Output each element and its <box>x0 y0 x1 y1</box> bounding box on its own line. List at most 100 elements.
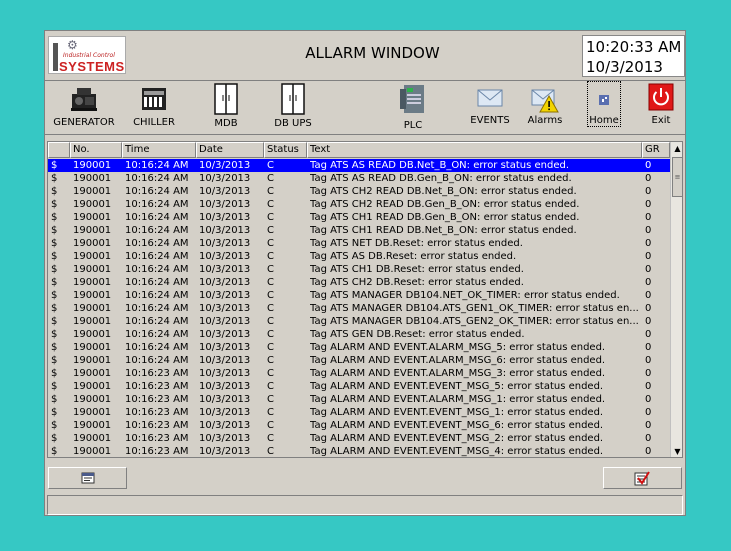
cell-gr: 0 <box>645 433 652 444</box>
nav-mdb-label: MDB <box>214 118 238 129</box>
nav-events-button[interactable]: EVENTS <box>465 81 515 133</box>
cell-text: Tag ATS MANAGER DB104.NET_OK_TIMER: erro… <box>310 290 620 301</box>
cell-no: 190001 <box>73 407 112 418</box>
nav-mdb-button[interactable]: MDB <box>207 81 245 133</box>
cell-status: C <box>267 303 274 314</box>
nav-generator-button[interactable]: GENERATOR <box>51 81 117 133</box>
table-row[interactable]: $190001 10:16:24 AM 10/3/2013 C Tag ATS CH1 … <box>48 263 670 276</box>
nav-chiller-label: CHILLER <box>133 117 175 128</box>
table-row[interactable]: $190001 10:16:23 AM 10/3/2013 C Tag ALARM AN… <box>48 380 670 393</box>
column-header-gr[interactable]: GR <box>642 142 670 158</box>
cell-text: Tag ALARM AND EVENT.ALARM_MSG_3: error s… <box>310 368 606 379</box>
table-row[interactable]: $190001 10:16:24 AM 10/3/2013 C Tag ATS AS R… <box>48 172 670 185</box>
cell-date: 10/3/2013 <box>199 290 251 301</box>
column-header-date[interactable]: Date <box>196 142 264 158</box>
toolbar-right-button[interactable] <box>603 467 682 489</box>
cell-no: 190001 <box>73 420 112 431</box>
plc-icon <box>400 85 424 113</box>
cell-date: 10/3/2013 <box>199 264 251 275</box>
column-header-text[interactable]: Text <box>307 142 642 158</box>
column-header-no[interactable]: No. <box>70 142 122 158</box>
table-row[interactable]: $190001 10:16:23 AM 10/3/2013 C Tag ALARM AN… <box>48 406 670 419</box>
gear-icon: ⚙ <box>67 38 78 52</box>
cell-type: $ <box>51 394 58 405</box>
cell-type: $ <box>51 407 58 418</box>
nav-home-button[interactable]: Home <box>585 81 623 133</box>
cell-gr: 0 <box>645 199 652 210</box>
cell-type: $ <box>51 277 58 288</box>
table-row[interactable]: $190001 10:16:24 AM 10/3/2013 C Tag ALARM AN… <box>48 341 670 354</box>
table-row[interactable]: $190001 10:16:24 AM 10/3/2013 C Tag ATS AS R… <box>48 159 670 172</box>
cell-type: $ <box>51 316 58 327</box>
toolbar-left-button[interactable] <box>48 467 127 489</box>
cell-date: 10/3/2013 <box>199 173 251 184</box>
vertical-scrollbar[interactable]: ▲ ≡ ▼ <box>670 142 682 457</box>
table-row[interactable]: $190001 10:16:24 AM 10/3/2013 C Tag ALARM AN… <box>48 354 670 367</box>
nav-events-label: EVENTS <box>470 115 510 126</box>
nav-exit-label: Exit <box>651 115 671 126</box>
scroll-thumb[interactable]: ≡ <box>672 157 682 197</box>
cell-text: Tag ATS CH2 DB.Reset: error status ended… <box>310 277 524 288</box>
table-row[interactable]: $190001 10:16:24 AM 10/3/2013 C Tag ATS AS D… <box>48 250 670 263</box>
cell-status: C <box>267 277 274 288</box>
column-header-status[interactable]: Status <box>264 142 307 158</box>
cell-type: $ <box>51 381 58 392</box>
table-row[interactable]: $190001 10:16:23 AM 10/3/2013 C Tag ALARM AN… <box>48 367 670 380</box>
cell-gr: 0 <box>645 420 652 431</box>
cell-no: 190001 <box>73 381 112 392</box>
nav-exit-button[interactable]: Exit <box>641 81 681 133</box>
cell-status: C <box>267 446 274 457</box>
table-row[interactable]: $190001 10:16:24 AM 10/3/2013 C Tag ATS NET … <box>48 237 670 250</box>
nav-plc-button[interactable]: PLC <box>391 81 435 133</box>
table-row[interactable]: $190001 10:16:24 AM 10/3/2013 C Tag ATS CH2 … <box>48 185 670 198</box>
table-row[interactable]: $190001 10:16:24 AM 10/3/2013 C Tag ATS MANA… <box>48 289 670 302</box>
column-header-type[interactable] <box>48 142 70 158</box>
cell-date: 10/3/2013 <box>199 186 251 197</box>
table-row[interactable]: $190001 10:16:24 AM 10/3/2013 C Tag ATS CH2 … <box>48 276 670 289</box>
cell-date: 10/3/2013 <box>199 342 251 353</box>
table-row[interactable]: $190001 10:16:24 AM 10/3/2013 C Tag ATS CH1 … <box>48 211 670 224</box>
cell-no: 190001 <box>73 368 112 379</box>
nav-db-ups-button[interactable]: DB UPS <box>271 81 315 133</box>
cell-text: Tag ATS AS DB.Reset: error status ended. <box>310 251 517 262</box>
alarm-table[interactable]: No. Time Date Status Text GR $190001 10:1… <box>47 141 683 458</box>
cell-date: 10/3/2013 <box>199 277 251 288</box>
table-row[interactable]: $190001 10:16:24 AM 10/3/2013 C Tag ATS MANA… <box>48 315 670 328</box>
cell-type: $ <box>51 303 58 314</box>
cell-date: 10/3/2013 <box>199 355 251 366</box>
table-row[interactable]: $190001 10:16:23 AM 10/3/2013 C Tag ALARM AN… <box>48 393 670 406</box>
nav-db-ups-label: DB UPS <box>274 118 312 129</box>
cell-text: Tag ALARM AND EVENT.ALARM_MSG_6: error s… <box>310 355 606 366</box>
cell-time: 10:16:24 AM <box>125 342 189 353</box>
cell-status: C <box>267 160 274 171</box>
nav-chiller-button[interactable]: CHILLER <box>127 81 181 133</box>
cell-text: Tag ALARM AND EVENT.ALARM_MSG_1: error s… <box>310 394 606 405</box>
nav-alarms-button[interactable]: Alarms <box>523 81 567 133</box>
cell-gr: 0 <box>645 251 652 262</box>
scroll-down-arrow-icon[interactable]: ▼ <box>671 445 682 457</box>
cell-text: Tag ATS CH1 DB.Reset: error status ended… <box>310 264 524 275</box>
table-row[interactable]: $190001 10:16:24 AM 10/3/2013 C Tag ATS MANA… <box>48 302 670 315</box>
chiller-icon <box>142 88 166 110</box>
cell-time: 10:16:23 AM <box>125 407 189 418</box>
cell-gr: 0 <box>645 368 652 379</box>
cell-status: C <box>267 381 274 392</box>
table-row[interactable]: $190001 10:16:24 AM 10/3/2013 C Tag ATS CH1 … <box>48 224 670 237</box>
cell-date: 10/3/2013 <box>199 238 251 249</box>
cell-no: 190001 <box>73 355 112 366</box>
cell-text: Tag ATS NET DB.Reset: error status ended… <box>310 238 523 249</box>
table-row[interactable]: $190001 10:16:23 AM 10/3/2013 C Tag ALARM AN… <box>48 432 670 445</box>
table-row[interactable]: $190001 10:16:23 AM 10/3/2013 C Tag ALARM AN… <box>48 445 670 457</box>
scroll-up-arrow-icon[interactable]: ▲ <box>671 142 682 155</box>
cell-time: 10:16:24 AM <box>125 199 189 210</box>
table-row[interactable]: $190001 10:16:24 AM 10/3/2013 C Tag ATS GEN … <box>48 328 670 341</box>
cell-gr: 0 <box>645 277 652 288</box>
cell-time: 10:16:24 AM <box>125 160 189 171</box>
cell-type: $ <box>51 355 58 366</box>
cell-type: $ <box>51 186 58 197</box>
home-icon <box>599 95 609 105</box>
table-row[interactable]: $190001 10:16:24 AM 10/3/2013 C Tag ATS CH2 … <box>48 198 670 211</box>
column-header-time[interactable]: Time <box>122 142 196 158</box>
table-row[interactable]: $190001 10:16:23 AM 10/3/2013 C Tag ALARM AN… <box>48 419 670 432</box>
cell-gr: 0 <box>645 355 652 366</box>
